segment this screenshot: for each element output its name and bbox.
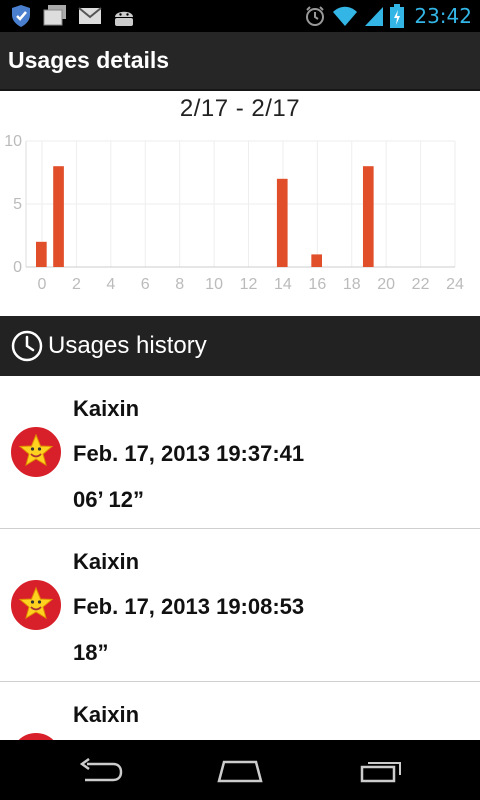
android-icon: [115, 11, 133, 26]
recent-apps-icon: [360, 762, 401, 783]
shield-icon: [12, 5, 30, 27]
usage-history-list[interactable]: Kaixin Feb. 17, 2013 19:37:41 06’ 12” Ka…: [0, 376, 480, 740]
kaixin-app-icon: [9, 425, 63, 479]
system-icons: 23:42: [304, 3, 472, 29]
x-tick-label: 20: [377, 276, 395, 293]
usage-bar-chart: 0 2 4 6 8 10 12 14 16 18 20 22 24 0510: [4, 133, 464, 293]
kaixin-app-icon: [15, 731, 57, 740]
chart-bar: [276, 178, 288, 267]
app-name: Kaixin: [73, 549, 140, 574]
x-tick-label: 0: [38, 276, 47, 293]
chart-bars: [36, 166, 374, 267]
chart-bar: [362, 166, 374, 267]
chart-bar: [36, 241, 47, 267]
list-item[interactable]: Kaixin Feb. 17, 2013 19:37:41 06’ 12”: [0, 376, 480, 529]
x-tick-label: 18: [343, 276, 361, 293]
y-tick-label: 5: [13, 196, 22, 213]
section-title: Usages history: [48, 332, 207, 359]
clock-icon: [11, 330, 43, 362]
x-tick-label: 14: [274, 276, 292, 293]
chart-bar: [53, 166, 64, 267]
notification-icons: [10, 4, 136, 28]
x-tick-label: 16: [308, 276, 326, 293]
x-tick-label: 22: [412, 276, 430, 293]
usage-duration: 06’ 12”: [73, 487, 144, 512]
signal-icon: [365, 7, 384, 26]
chart-grid: [25, 140, 456, 268]
content-area[interactable]: 2/17 - 2/17 0 2 4 6 8 10 12 14 16 18 20 22 24 0 5 10 U…: [0, 91, 480, 740]
x-tick-label: 6: [141, 276, 150, 293]
list-item[interactable]: Kaixin Feb. 17, 2013 19:08:53 18”: [0, 529, 480, 682]
chart-bar: [311, 254, 323, 267]
x-tick-label: 8: [175, 276, 184, 293]
x-tick-label: 24: [446, 276, 464, 293]
x-tick-label: 10: [205, 276, 223, 293]
clock-time: 23:42: [414, 4, 472, 28]
app-name: Kaixin: [73, 702, 140, 727]
back-button[interactable]: [70, 754, 130, 788]
chart-date-range: 2/17 - 2/17: [179, 95, 301, 122]
kaixin-app-icon: [9, 578, 63, 632]
usage-date: Feb. 17, 2013 19:37:41: [73, 441, 305, 466]
navigation-bar: [0, 740, 480, 800]
action-bar: Usages details: [0, 32, 480, 91]
home-icon: [217, 760, 263, 783]
home-button[interactable]: [210, 754, 270, 788]
gallery-icon: [43, 5, 66, 26]
usage-date: Feb. 17, 2013 19:08:53: [73, 594, 305, 619]
app-name: Kaixin: [73, 396, 140, 421]
list-item[interactable]: Kaixin: [0, 682, 480, 740]
status-bar: 23:42: [0, 0, 480, 32]
page-title: Usages details: [8, 47, 170, 73]
chart-y-ticks: 0 5 10: [4, 133, 22, 276]
x-tick-label: 4: [106, 276, 115, 293]
battery-charging-icon: [390, 4, 405, 28]
alarm-icon: [306, 6, 325, 26]
x-tick-label: 2: [72, 276, 81, 293]
wifi-icon: [333, 6, 358, 26]
recent-apps-button[interactable]: [352, 754, 412, 788]
back-icon: [79, 758, 123, 782]
y-tick-label: 10: [4, 133, 22, 150]
y-tick-label: 0: [13, 259, 22, 276]
usages-history-header: Usages history: [0, 316, 480, 376]
gmail-icon: [78, 7, 102, 24]
x-tick-label: 12: [240, 276, 258, 293]
usage-duration: 18”: [73, 640, 109, 665]
chart-x-ticks: 0 2 4 6 8 10 12 14 16 18 20 22 24: [38, 276, 464, 293]
